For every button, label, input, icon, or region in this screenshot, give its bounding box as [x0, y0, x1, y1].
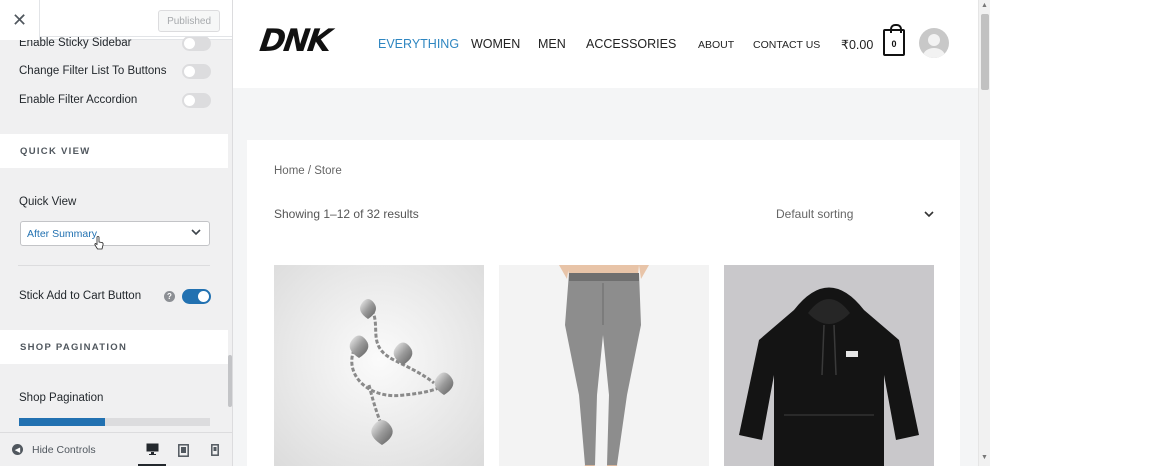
nav-contact-us[interactable]: CONTACT US: [753, 39, 820, 51]
hide-controls-button[interactable]: ◀ Hide Controls: [12, 444, 96, 456]
product-card-hoodie[interactable]: [724, 265, 934, 466]
product-card-jeans[interactable]: [499, 265, 709, 466]
site-header: DNK EVERYTHING WOMEN MEN ACCESSORIES ABO…: [233, 0, 978, 88]
result-count: Showing 1–12 of 32 results: [274, 207, 419, 221]
divider: [18, 265, 210, 266]
sidebar-scrollbar[interactable]: [228, 355, 232, 407]
nav-everything[interactable]: EVERYTHING: [378, 37, 459, 51]
section-shop-pagination[interactable]: SHOP PAGINATION: [0, 330, 228, 364]
help-icon[interactable]: ?: [164, 290, 175, 302]
filter-buttons-toggle[interactable]: [182, 63, 211, 79]
nav-accessories[interactable]: ACCESSORIES: [586, 37, 676, 51]
sorting-value: Default sorting: [776, 207, 854, 221]
toggle-label: Enable Filter Accordion: [19, 94, 138, 106]
avatar[interactable]: [919, 28, 949, 58]
toggle-row-filter-accordion: Enable Filter Accordion: [19, 90, 211, 110]
scrollbar-thumb[interactable]: [981, 14, 989, 90]
shop-content: Home / Store Showing 1–12 of 32 results …: [247, 140, 960, 466]
section-quick-view[interactable]: QUICK VIEW: [0, 134, 228, 168]
shop-pagination-selected: [19, 418, 105, 426]
hide-controls-label: Hide Controls: [32, 443, 96, 456]
toggle-label: Change Filter List To Buttons: [19, 65, 167, 77]
publish-button[interactable]: Published: [158, 10, 220, 32]
toggle-row-stick-add-to-cart: Stick Add to Cart Button ?: [19, 286, 211, 306]
toggle-row-filter-buttons: Change Filter List To Buttons: [19, 61, 211, 81]
chevron-down-icon: [191, 228, 201, 239]
nav-about[interactable]: ABOUT: [698, 39, 734, 51]
stick-add-to-cart-toggle[interactable]: [182, 288, 211, 304]
site-logo[interactable]: DNK: [257, 23, 332, 59]
shop-pagination-control[interactable]: [19, 418, 210, 426]
shopping-bag-icon[interactable]: 0: [883, 24, 905, 56]
chevron-down-icon: [924, 207, 934, 221]
stick-controls: ?: [164, 288, 211, 304]
quick-view-label: Quick View: [19, 196, 77, 208]
mobile-icon[interactable]: [201, 433, 229, 466]
quick-view-value: After Summary: [27, 227, 98, 240]
cart-total[interactable]: ₹0.00: [841, 37, 873, 52]
nav-men[interactable]: MEN: [538, 37, 566, 51]
nav-women[interactable]: WOMEN: [471, 37, 520, 51]
sidebar-footer: ◀ Hide Controls: [0, 432, 232, 466]
toggle-label: Enable Sticky Sidebar: [19, 37, 132, 49]
product-image: [724, 265, 934, 466]
scroll-down-icon[interactable]: ▼: [981, 454, 988, 461]
product-card-bracelet[interactable]: [274, 265, 484, 466]
shop-pagination-label: Shop Pagination: [19, 392, 104, 404]
collapse-icon: ◀: [12, 444, 23, 455]
sorting-select[interactable]: Default sorting: [776, 207, 934, 221]
desktop-icon[interactable]: [138, 433, 166, 466]
breadcrumb[interactable]: Home / Store: [274, 165, 342, 177]
product-image: [499, 265, 709, 466]
customizer-window: ✕ Published Enable Sticky Sidebar ✕ Publ…: [0, 0, 1156, 466]
toggle-label: Stick Add to Cart Button: [19, 290, 142, 302]
product-image: [274, 265, 484, 466]
sticky-sidebar-toggle[interactable]: [182, 35, 211, 51]
site-preview: DNK EVERYTHING WOMEN MEN ACCESSORIES ABO…: [233, 0, 978, 466]
toggle-row-sticky-sidebar: Enable Sticky Sidebar: [19, 33, 211, 53]
hand-cursor-icon: [94, 236, 104, 250]
customizer-sidebar: ✕ Published Enable Sticky Sidebar ✕ Publ…: [0, 0, 233, 466]
quick-view-select[interactable]: After Summary: [20, 221, 210, 246]
cart-count: 0: [891, 39, 897, 49]
preview-scrollbar[interactable]: ▲ ▼: [978, 0, 990, 466]
filter-accordion-toggle[interactable]: [182, 92, 211, 108]
tablet-icon[interactable]: [169, 433, 197, 466]
scroll-up-icon[interactable]: ▲: [981, 2, 988, 9]
